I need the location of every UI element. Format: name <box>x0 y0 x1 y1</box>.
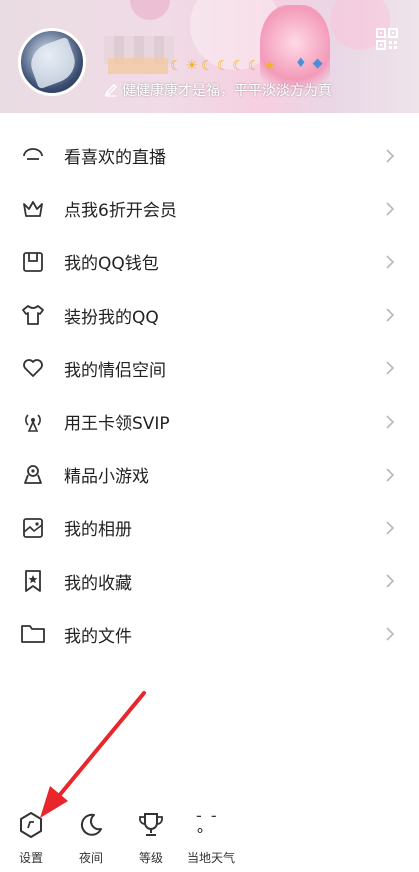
night-label: 夜间 <box>78 851 103 865</box>
sun-badge-icon: ☀ <box>185 58 199 74</box>
level-badges[interactable]: ☾ ☀ ☾ ☾ ☾ ☾ ★ <box>170 57 276 75</box>
star-badge-icon: ★ <box>263 58 276 74</box>
heart-icon <box>20 355 46 381</box>
avatar[interactable] <box>18 28 86 96</box>
settings-hexagon-icon <box>16 810 46 840</box>
menu-item-label: 装扮我的QQ <box>64 307 159 328</box>
menu-item-files[interactable]: 我的文件 <box>0 608 419 661</box>
qr-code-icon[interactable] <box>376 28 398 50</box>
avatar-image <box>25 36 81 90</box>
menu-item-couple-space[interactable]: 我的情侣空间 <box>0 342 419 395</box>
settings-label: 设置 <box>18 851 43 865</box>
header-decoration <box>130 0 170 20</box>
weather-temperature: - -° <box>196 806 226 844</box>
chevron-right-icon <box>386 361 395 375</box>
chevron-right-icon <box>386 627 395 641</box>
menu-item-label: 我的收藏 <box>64 573 132 594</box>
chevron-right-icon <box>386 255 395 269</box>
moon-badge-icon: ☾ <box>232 58 245 74</box>
folder-icon <box>20 621 46 647</box>
menu-item-label: 我的QQ钱包 <box>64 254 159 275</box>
signature[interactable]: 健健康康才是福，平平淡淡方为真 <box>104 80 332 100</box>
night-mode-button[interactable]: 夜间 <box>61 810 121 866</box>
chevron-right-icon <box>386 521 395 535</box>
level-label: 等级 <box>138 851 163 865</box>
chevron-right-icon <box>386 308 395 322</box>
chevron-right-icon <box>386 574 395 588</box>
menu-item-king-card[interactable]: 用王卡领SVIP <box>0 395 419 448</box>
wallet-icon <box>20 249 46 275</box>
chevron-right-icon <box>386 149 395 163</box>
menu-item-wallet[interactable]: 我的QQ钱包 <box>0 235 419 288</box>
crown-icon <box>20 196 46 222</box>
trophy-icon <box>136 810 166 840</box>
chevron-right-icon <box>386 414 395 429</box>
favorite-star-icon <box>20 568 46 594</box>
menu-item-live[interactable]: 看喜欢的直播 <box>0 129 419 182</box>
moon-badge-icon: ☾ <box>216 58 230 74</box>
vip-icons[interactable]: ♦ ◆ <box>295 56 323 71</box>
nickname-blurred <box>108 58 168 74</box>
moon-badge-icon: ☾ <box>247 58 261 74</box>
menu-item-label: 我的相册 <box>64 520 132 541</box>
menu-item-album[interactable]: 我的相册 <box>0 501 419 554</box>
diamond-icon: ◆ <box>312 56 323 71</box>
level-button[interactable]: 等级 <box>121 810 181 866</box>
menu-item-label: 我的情侣空间 <box>64 360 166 381</box>
menu-item-label: 点我6折开会员 <box>64 201 177 222</box>
weather-button[interactable]: - -° 当地天气 <box>181 806 241 866</box>
menu-list: 看喜欢的直播 点我6折开会员 我的QQ钱包 装扮我的QQ 我的情侣空间 用王卡领… <box>0 129 419 661</box>
menu-item-favorites[interactable]: 我的收藏 <box>0 555 419 608</box>
menu-item-label: 用王卡领SVIP <box>64 414 170 435</box>
game-icon <box>20 462 46 488</box>
settings-button[interactable]: 设置 <box>1 810 61 866</box>
moon-icon <box>76 810 106 840</box>
menu-item-dressup[interactable]: 装扮我的QQ <box>0 289 419 342</box>
menu-item-mini-games[interactable]: 精品小游戏 <box>0 448 419 501</box>
weather-temp-text: - -° <box>196 806 219 844</box>
tshirt-icon <box>20 302 46 328</box>
edit-pencil-icon <box>104 83 118 97</box>
moon-badge-icon: ☾ <box>170 58 183 74</box>
profile-header[interactable]: ☾ ☀ ☾ ☾ ☾ ☾ ★ ♦ ◆ 健健康康才是福，平平淡淡方为真 <box>0 0 419 113</box>
chevron-right-icon <box>386 202 395 216</box>
signal-tower-icon <box>20 409 46 435</box>
photo-album-icon <box>20 515 46 541</box>
menu-item-label: 精品小游戏 <box>64 467 149 488</box>
chevron-right-icon <box>386 468 395 482</box>
weather-label: 当地天气 <box>186 851 235 865</box>
signature-text: 健健康康才是福，平平淡淡方为真 <box>122 83 332 99</box>
live-icon <box>20 143 46 169</box>
menu-item-label: 看喜欢的直播 <box>64 148 166 169</box>
vip-tag-icon: ♦ <box>295 56 307 71</box>
menu-item-vip[interactable]: 点我6折开会员 <box>0 182 419 235</box>
moon-badge-icon: ☾ <box>201 58 214 74</box>
menu-item-label: 我的文件 <box>64 626 132 647</box>
bottom-toolbar: 设置 夜间 等级 - -° 当地天气 <box>0 806 419 872</box>
